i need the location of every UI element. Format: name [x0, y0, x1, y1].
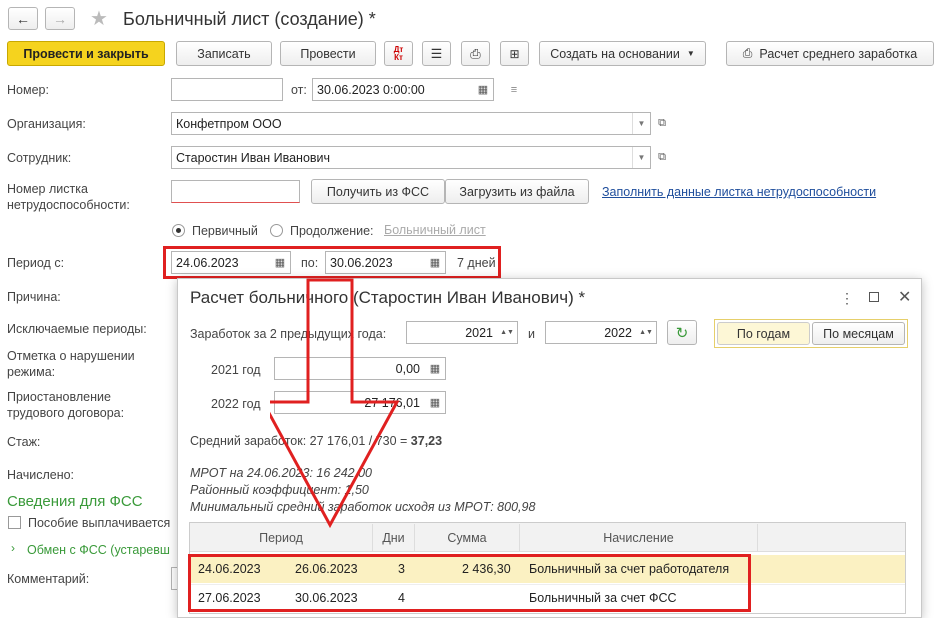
sheet-label-line2: нетрудоспособности: [7, 198, 130, 212]
star-icon[interactable]: ★ [90, 6, 108, 31]
close-icon[interactable]: ✕ [898, 287, 911, 307]
by-months-button[interactable]: По месяцам [812, 322, 905, 345]
load-file-button[interactable]: Загрузить из файла [445, 179, 589, 204]
org-dropdown-icon[interactable]: ▼ [632, 113, 650, 134]
avg-earnings-button[interactable]: ⎙ Расчет среднего заработка [726, 41, 934, 66]
printer-icon: ⎙ [742, 46, 753, 60]
refresh-icon: ↻ [675, 324, 689, 342]
avg-earnings-label: Расчет среднего заработка [759, 46, 918, 61]
excluded-label: Исключаемые периоды: [7, 322, 147, 336]
continuation-radio[interactable] [270, 224, 283, 237]
year2-value: 2022 [604, 325, 632, 340]
dt-kt-button[interactable]: Дт Кт [384, 41, 413, 66]
paperclip-icon: ⎙ [470, 45, 481, 61]
fss-exchange-group[interactable]: Обмен с ФСС (устаревш [27, 542, 170, 558]
report-button[interactable]: ☰ [422, 41, 451, 66]
create-based-label: Создать на основании [550, 46, 680, 61]
number-input[interactable] [171, 78, 283, 101]
sick-list-link[interactable]: Больничный лист [384, 223, 486, 237]
year2-stepper-icon[interactable]: ▲▼ [638, 323, 654, 341]
period-label: Период с: [7, 256, 65, 270]
more-icon[interactable]: ⋮ [840, 290, 854, 307]
back-button[interactable]: ← [8, 7, 38, 30]
page-title: Больничный лист (создание) * [123, 9, 376, 29]
suspend-label-line1: Приостановление [7, 390, 111, 404]
employee-value: Старостин Иван Иванович [176, 150, 331, 165]
attach-button[interactable]: ⎙ [461, 41, 490, 66]
refresh-button[interactable]: ↻ [667, 320, 697, 345]
benefit-label: Пособие выплачивается [28, 516, 171, 530]
primary-label: Первичный [192, 224, 258, 238]
y2022-label: 2022 год [211, 397, 261, 411]
from-label: от: [291, 83, 307, 97]
rows-highlight [188, 554, 751, 612]
col-sum[interactable]: Сумма [415, 524, 520, 551]
violation-label-line2: режима: [7, 365, 56, 379]
reason-label: Причина: [7, 290, 61, 304]
suspend-label-line2: трудового договора: [7, 406, 125, 420]
employee-open-icon[interactable]: ⧉ [654, 148, 670, 166]
structure-button[interactable]: ⊞ [500, 41, 529, 66]
sheet-number-input[interactable] [171, 180, 300, 203]
arrow-left-icon: ← [16, 10, 30, 27]
maximize-icon[interactable] [869, 292, 879, 302]
fss-section-header: Сведения для ФСС [7, 493, 143, 510]
primary-radio[interactable] [172, 224, 185, 237]
by-years-button[interactable]: По годам [717, 322, 810, 345]
date-value: 30.06.2023 0:00:00 [317, 82, 425, 97]
org-open-icon[interactable]: ⧉ [654, 114, 670, 132]
arrow-right-icon: → [53, 10, 67, 27]
get-fss-button[interactable]: Получить из ФСС [311, 179, 445, 204]
employee-dropdown-icon[interactable]: ▼ [632, 147, 650, 168]
accrued-label: Начислено: [7, 468, 75, 482]
fill-sheet-link[interactable]: Заполнить данные листка нетрудоспособнос… [602, 185, 876, 199]
annotation-arrow [270, 278, 400, 529]
violation-label-line1: Отметка о нарушении [7, 349, 135, 363]
col-accrual[interactable]: Начисление [520, 524, 758, 551]
y2021-label: 2021 год [211, 363, 261, 377]
dt-kt-icon: Дт Кт [393, 44, 404, 62]
and-label: и [528, 327, 535, 341]
post-button[interactable]: Провести [280, 41, 376, 66]
comment-label: Комментарий: [7, 572, 90, 586]
calendar-icon[interactable]: ▦ [475, 80, 491, 98]
chevron-right-icon[interactable]: › [11, 541, 15, 555]
write-button[interactable]: Записать [176, 41, 272, 66]
employee-label: Сотрудник: [7, 151, 72, 165]
comment-icon[interactable]: ≡ [506, 81, 522, 99]
forward-button[interactable]: → [45, 7, 75, 30]
structure-icon: ⊞ [509, 46, 520, 61]
sheet-label-line1: Номер листка [7, 182, 88, 196]
year1-value: 2021 [465, 325, 493, 340]
date-input[interactable]: 30.06.2023 0:00:00 [312, 78, 494, 101]
year1-stepper-icon[interactable]: ▲▼ [499, 323, 515, 341]
org-label: Организация: [7, 117, 86, 131]
post-and-close-button[interactable]: Провести и закрыть [7, 41, 165, 66]
continuation-label: Продолжение: [290, 224, 374, 238]
chevron-down-icon: ▼ [686, 49, 695, 58]
employee-input[interactable]: Старостин Иван Иванович [171, 146, 651, 169]
list-icon: ☰ [430, 45, 443, 61]
experience-label: Стаж: [7, 435, 41, 449]
create-based-button[interactable]: Создать на основании ▼ [539, 41, 706, 66]
benefit-checkbox[interactable] [8, 516, 21, 529]
number-label: Номер: [7, 83, 49, 97]
org-value: Конфетпром ООО [176, 116, 282, 131]
org-input[interactable]: Конфетпром ООО [171, 112, 651, 135]
